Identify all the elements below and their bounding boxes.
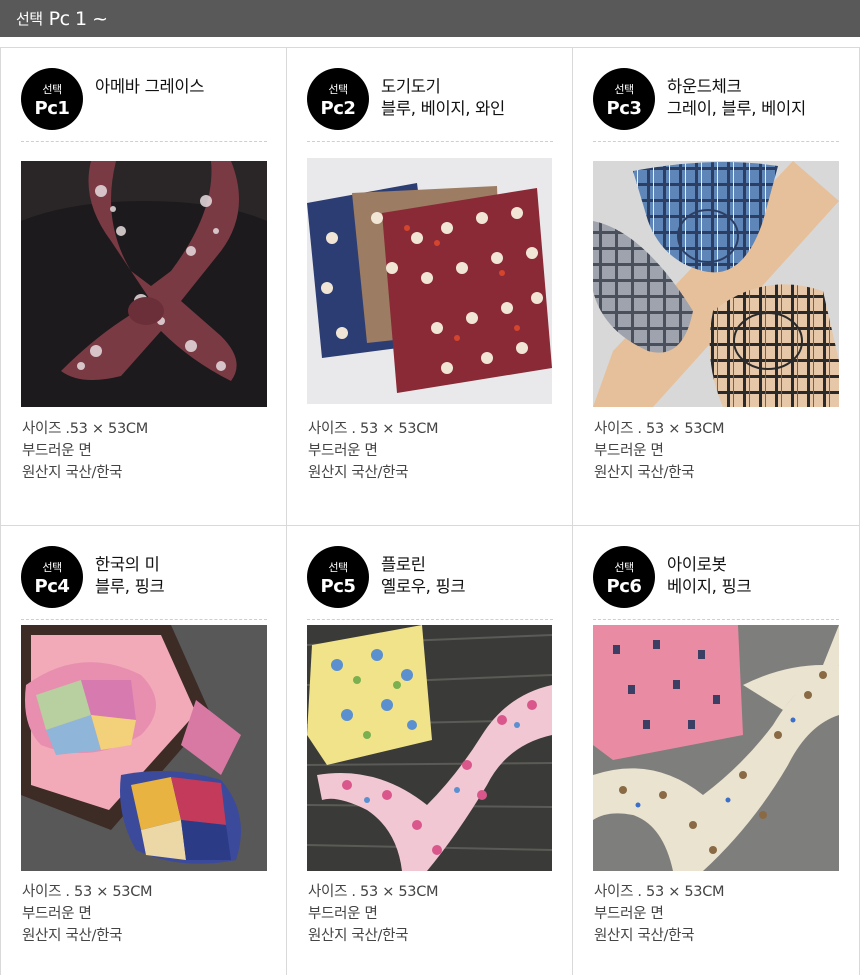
product-title: 도기도기 블루, 베이지, 와인	[381, 76, 566, 120]
robot-print-scarf-photo	[593, 625, 839, 871]
product-name: 플로린	[381, 555, 426, 574]
badge-label: 선택	[42, 561, 62, 574]
badge-label: 선택	[614, 561, 634, 574]
option-badge: 선택 Pc3	[593, 68, 655, 130]
product-name: 도기도기	[381, 77, 441, 96]
option-badge: 선택 Pc1	[21, 68, 83, 130]
spec-material: 부드러운 면	[308, 443, 378, 459]
product-card-pc6[interactable]: 선택 Pc6 아이로봇 베이지, 핑크 사이즈 . 53 × 53CM 부드러운…	[572, 526, 860, 975]
spec-size: 사이즈 . 53 × 53CM	[22, 884, 153, 900]
divider	[307, 141, 553, 142]
spec-origin: 원산지 국산/한국	[22, 465, 123, 481]
spec-origin: 원산지 국산/한국	[22, 928, 123, 944]
badge-code: Pc3	[606, 98, 642, 119]
dog-print-scarf-photo	[307, 158, 552, 404]
badge-code: Pc6	[606, 576, 642, 597]
badge-code: Pc2	[320, 98, 356, 119]
product-name: 아이로봇	[667, 555, 727, 574]
badge-label: 선택	[614, 83, 634, 96]
floral-scarf-photo	[307, 625, 552, 871]
spec-material: 부드러운 면	[22, 906, 92, 922]
product-title: 아이로봇 베이지, 핑크	[667, 554, 852, 598]
product-grid: 선택 Pc1 아메바 그레이스 사이즈 .53 × 53CM 부드러운 면 원산…	[0, 47, 860, 975]
product-colors: 옐로우, 핑크	[381, 577, 466, 596]
spec-size: 사이즈 . 53 × 53CM	[308, 421, 439, 437]
divider	[593, 141, 839, 142]
spec-origin: 원산지 국산/한국	[594, 465, 695, 481]
product-card-pc2[interactable]: 선택 Pc2 도기도기 블루, 베이지, 와인 사이즈 . 53 × 53CM …	[286, 48, 573, 526]
spec-material: 부드러운 면	[594, 906, 664, 922]
product-colors: 베이지, 핑크	[667, 577, 752, 596]
option-badge: 선택 Pc2	[307, 68, 369, 130]
option-badge: 선택 Pc4	[21, 546, 83, 608]
product-colors: 그레이, 블루, 베이지	[667, 99, 806, 118]
product-card-pc4[interactable]: 선택 Pc4 한국의 미 블루, 핑크 사이즈 . 53 × 53CM 부드러운…	[0, 526, 287, 975]
spec-origin: 원산지 국산/한국	[308, 465, 409, 481]
product-colors: 블루, 핑크	[95, 577, 165, 596]
spec-origin: 원산지 국산/한국	[308, 928, 409, 944]
header-title: Pc 1 ~	[48, 7, 109, 30]
spec-size: 사이즈 . 53 × 53CM	[594, 884, 725, 900]
product-title: 플로린 옐로우, 핑크	[381, 554, 566, 598]
divider	[21, 619, 267, 620]
badge-code: Pc5	[320, 576, 356, 597]
divider	[307, 619, 553, 620]
badge-label: 선택	[328, 561, 348, 574]
spec-size: 사이즈 . 53 × 53CM	[594, 421, 725, 437]
spec-material: 부드러운 면	[594, 443, 664, 459]
product-specs: 사이즈 . 53 × 53CM 부드러운 면 원산지 국산/한국	[308, 881, 558, 947]
spec-origin: 원산지 국산/한국	[594, 928, 695, 944]
product-card-pc3[interactable]: 선택 Pc3 하운드체크 그레이, 블루, 베이지 사이즈 . 53 × 53C…	[572, 48, 860, 526]
product-title: 아메바 그레이스	[95, 76, 280, 98]
divider	[593, 619, 839, 620]
badge-label: 선택	[328, 83, 348, 96]
divider	[21, 141, 267, 142]
badge-label: 선택	[42, 83, 62, 96]
paisley-scarf-photo	[21, 161, 267, 407]
option-badge: 선택 Pc5	[307, 546, 369, 608]
product-name: 아메바 그레이스	[95, 77, 205, 96]
product-colors: 블루, 베이지, 와인	[381, 99, 505, 118]
spec-size: 사이즈 . 53 × 53CM	[308, 884, 439, 900]
check-scarf-photo	[593, 161, 839, 407]
product-specs: 사이즈 . 53 × 53CM 부드러운 면 원산지 국산/한국	[594, 418, 844, 484]
header-bar: 선택 Pc 1 ~	[0, 0, 860, 37]
header-prefix: 선택	[16, 10, 43, 28]
product-specs: 사이즈 . 53 × 53CM 부드러운 면 원산지 국산/한국	[594, 881, 844, 947]
product-name: 한국의 미	[95, 555, 160, 574]
option-badge: 선택 Pc6	[593, 546, 655, 608]
badge-code: Pc4	[34, 576, 70, 597]
product-card-pc1[interactable]: 선택 Pc1 아메바 그레이스 사이즈 .53 × 53CM 부드러운 면 원산…	[0, 48, 287, 526]
product-title: 한국의 미 블루, 핑크	[95, 554, 280, 598]
patchwork-scarf-photo	[21, 625, 267, 871]
product-title: 하운드체크 그레이, 블루, 베이지	[667, 76, 852, 120]
spec-material: 부드러운 면	[308, 906, 378, 922]
spec-material: 부드러운 면	[22, 443, 92, 459]
product-name: 하운드체크	[667, 77, 742, 96]
product-specs: 사이즈 .53 × 53CM 부드러운 면 원산지 국산/한국	[22, 418, 272, 484]
spec-size: 사이즈 .53 × 53CM	[22, 421, 148, 437]
product-specs: 사이즈 . 53 × 53CM 부드러운 면 원산지 국산/한국	[22, 881, 272, 947]
badge-code: Pc1	[34, 98, 70, 119]
product-specs: 사이즈 . 53 × 53CM 부드러운 면 원산지 국산/한국	[308, 418, 558, 484]
product-card-pc5[interactable]: 선택 Pc5 플로린 옐로우, 핑크 사이즈 . 53 × 53CM 부드러운 …	[286, 526, 573, 975]
